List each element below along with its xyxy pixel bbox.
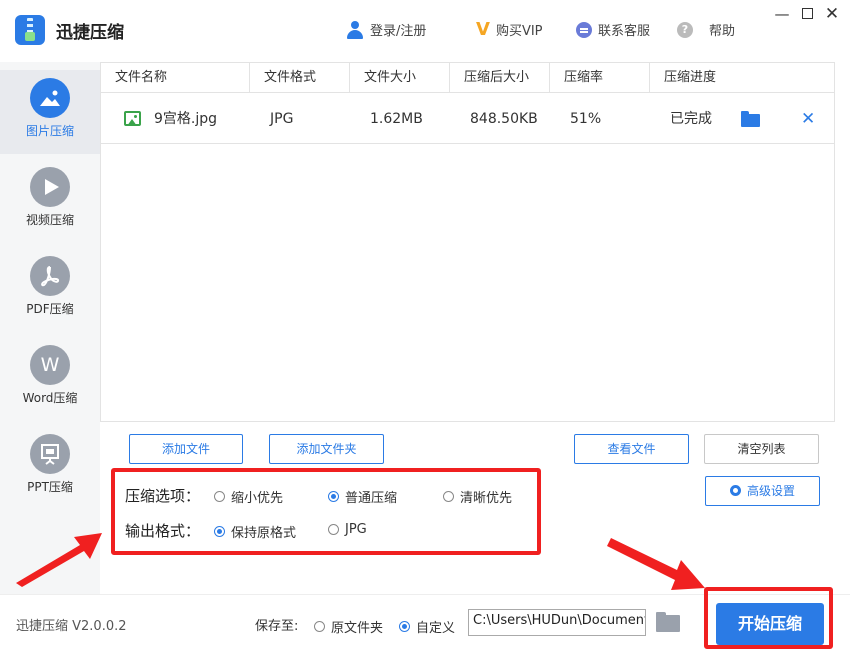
save-option-original-folder[interactable]: 原文件夹 [314, 617, 383, 636]
compress-option-clarity[interactable]: 清晰优先 [443, 487, 512, 506]
radio-icon [443, 491, 454, 502]
radio-icon [214, 491, 225, 502]
compress-options-label: 压缩选项： [125, 487, 201, 505]
radio-icon [314, 621, 325, 632]
compression-ratio: 51% [570, 111, 602, 127]
sidebar-item-label: Word压缩 [22, 391, 78, 405]
file-name: 9宫格.jpg [154, 111, 218, 127]
service-label: 联系客服 [598, 24, 651, 39]
image-icon [30, 78, 70, 118]
sidebar-item-image-compress[interactable]: 图片压缩 [0, 70, 100, 154]
format-option-jpg[interactable]: JPG [328, 522, 367, 537]
column-header: 文件名称 [101, 63, 250, 93]
login-label: 登录/注册 [370, 24, 427, 39]
sidebar-item-label: PDF压缩 [26, 302, 74, 316]
column-header: 压缩进度 [664, 70, 717, 85]
close-window-button[interactable]: ✕ [822, 4, 842, 24]
radio-selected-icon [214, 526, 225, 537]
user-icon [346, 20, 364, 39]
sidebar-item-label: PPT压缩 [27, 480, 73, 494]
annotation-arrow-left [16, 533, 102, 587]
column-header: 文件格式 [250, 63, 350, 93]
compression-progress: 已完成 [670, 111, 712, 127]
help-link[interactable]: ? 帮助 [677, 20, 735, 39]
table-row[interactable]: 9宫格.jpg JPG 1.62MB 848.50KB 51% 已完成 ✕ [101, 94, 834, 144]
play-icon [30, 167, 70, 207]
maximize-button[interactable] [797, 4, 817, 24]
sidebar-item-pdf-compress[interactable]: PDF压缩 [0, 248, 100, 332]
table-header: 文件名称 文件格式 文件大小 压缩后大小 压缩率 压缩进度 [101, 63, 834, 93]
gear-icon [729, 485, 741, 496]
word-icon: W [30, 345, 70, 385]
title-bar: 迅捷压缩 登录/注册 V 购买VIP 联系客服 ? 帮助 — ✕ [0, 0, 850, 62]
options-highlight [111, 468, 541, 555]
version-label: 迅捷压缩 V2.0.0.2 [16, 619, 127, 634]
compress-option-smaller[interactable]: 缩小优先 [214, 487, 283, 506]
compress-option-normal[interactable]: 普通压缩 [328, 487, 397, 506]
minimize-button[interactable]: — [772, 4, 792, 24]
column-header: 压缩率 [550, 63, 650, 93]
advanced-settings-button[interactable]: 高级设置 [705, 476, 820, 506]
save-option-custom[interactable]: 自定义 [399, 617, 455, 636]
add-file-button[interactable]: 添加文件 [129, 434, 243, 464]
start-compress-button[interactable]: 开始压缩 [716, 603, 824, 645]
app-logo [15, 15, 45, 45]
radio-selected-icon [328, 491, 339, 502]
ppt-icon [30, 434, 70, 474]
vip-icon: V [476, 18, 490, 40]
file-size: 1.62MB [370, 111, 423, 127]
chat-icon [576, 21, 592, 38]
vip-label: 购买VIP [495, 24, 543, 39]
sidebar-item-video-compress[interactable]: 视频压缩 [0, 159, 100, 243]
format-option-original[interactable]: 保持原格式 [214, 522, 296, 541]
buy-vip-link[interactable]: V 购买VIP [476, 20, 543, 39]
file-table: 文件名称 文件格式 文件大小 压缩后大小 压缩率 压缩进度 9宫格.jpg JP… [100, 62, 835, 422]
clear-list-button[interactable]: 清空列表 [704, 434, 819, 464]
app-name: 迅捷压缩 [56, 23, 124, 43]
annotation-arrow-right [607, 538, 705, 590]
file-format: JPG [270, 111, 294, 127]
browse-folder-icon[interactable] [656, 612, 680, 632]
help-icon: ? [677, 21, 693, 38]
open-folder-icon[interactable] [741, 111, 760, 127]
add-folder-button[interactable]: 添加文件夹 [269, 434, 384, 464]
pdf-icon [30, 256, 70, 296]
compressed-size: 848.50KB [470, 111, 538, 127]
sidebar-item-label: 图片压缩 [25, 124, 74, 138]
sidebar-item-ppt-compress[interactable]: PPT压缩 [0, 426, 100, 510]
column-header: 文件大小 [350, 63, 450, 93]
column-header: 压缩后大小 [450, 63, 550, 93]
view-files-button[interactable]: 查看文件 [574, 434, 689, 464]
sidebar-item-label: 视频压缩 [25, 213, 74, 227]
output-format-label: 输出格式： [125, 522, 201, 540]
help-label: 帮助 [709, 24, 736, 39]
save-path-input[interactable]: C:\Users\HUDun\Documents [468, 609, 646, 636]
contact-service-link[interactable]: 联系客服 [576, 20, 650, 39]
image-file-icon [124, 111, 141, 126]
sidebar-item-word-compress[interactable]: W Word压缩 [0, 337, 100, 421]
login-link[interactable]: 登录/注册 [346, 20, 426, 39]
save-to-label: 保存至: [255, 619, 299, 634]
remove-row-icon[interactable]: ✕ [801, 94, 815, 144]
radio-icon [328, 524, 339, 535]
radio-selected-icon [399, 621, 410, 632]
sidebar: 图片压缩 视频压缩 PDF压缩 W Word压缩 PPT压缩 [0, 62, 100, 594]
